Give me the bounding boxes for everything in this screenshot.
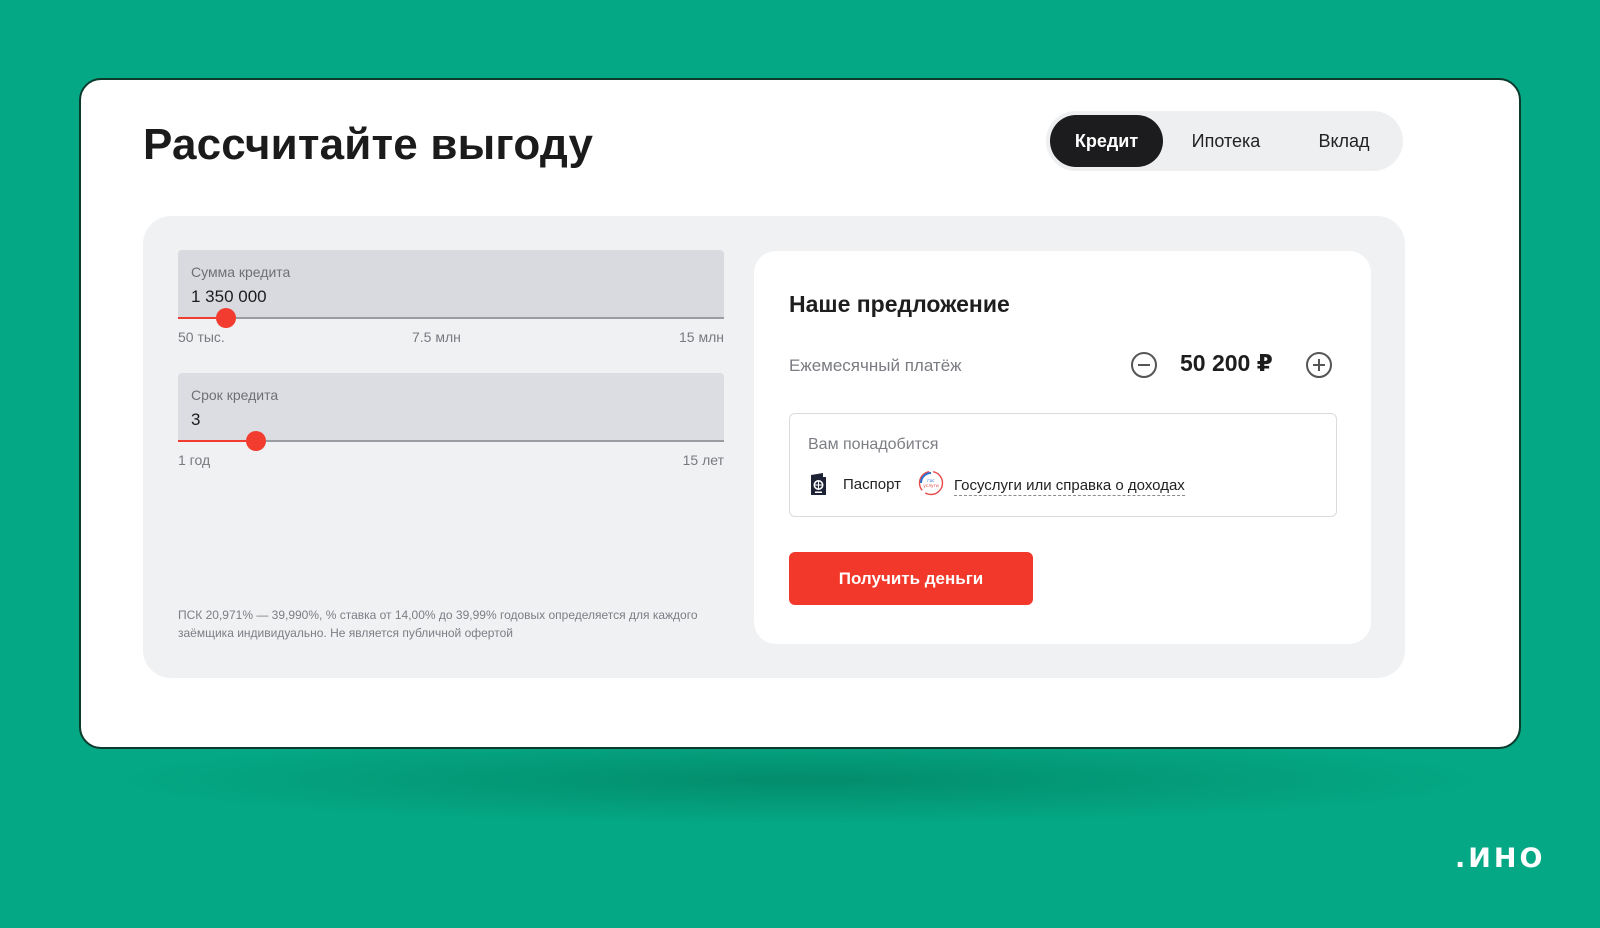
loan-amount-ticks: 50 тыс. 7.5 млн 15 млн [178,329,724,349]
required-documents-box: Вам понадобится Паспорт гос услуги Госус… [789,413,1337,517]
loan-amount-slider-thumb[interactable] [216,308,237,328]
monthly-payment-label: Ежемесячный платёж [789,356,962,375]
loan-term-field[interactable]: Срок кредита 3 [178,373,724,451]
offer-title: Наше предложение [789,291,1010,317]
tick-max: 15 млн [679,329,724,345]
plus-circle-icon[interactable] [1306,352,1332,378]
disclaimer-text: ПСК 20,971% — 39,990%, % ставка от 14,00… [178,608,698,640]
minus-circle-icon[interactable] [1131,352,1157,378]
tab-mortgage[interactable]: Ипотека [1165,115,1287,167]
tab-credit[interactable]: Кредит [1050,115,1163,167]
gosuslugi-doc-link[interactable]: Госуслуги или справка о доходах [954,477,1185,496]
loan-term-ticks: 1 год 15 лет [178,452,724,472]
brand-logo: .ИНО [1455,843,1546,874]
tick-min: 50 тыс. [178,329,225,345]
loan-term-value[interactable]: 3 [191,410,200,430]
product-tabs: Кредит Ипотека Вклад [1046,111,1403,171]
tick-min: 1 год [178,452,211,468]
tick-mid: 7.5 млн [412,329,461,345]
loan-amount-label: Сумма кредита [191,264,291,280]
loan-amount-slider-track[interactable] [178,308,724,328]
passport-doc-label: Паспорт [843,476,901,493]
monthly-payment-value: 50 200 ₽ [1180,350,1273,376]
gosuslugi-icon-text-2: услуги [923,484,939,489]
offer-card: Наше предложение Ежемесячный платёж 50 2… [754,251,1371,644]
loan-term-slider-fill [178,440,257,442]
calculator-card: Рассчитайте выгоду Кредит Ипотека Вклад … [79,78,1521,749]
loan-term-slider-thumb[interactable] [246,431,267,451]
loan-term-label: Срок кредита [191,387,279,403]
page-title: Рассчитайте выгоду [143,120,594,169]
required-documents-label: Вам понадобится [808,436,939,453]
passport-icon [811,473,826,495]
gosuslugi-icon: гос услуги [918,470,944,496]
get-money-button[interactable]: Получить деньги [789,552,1033,605]
tab-deposit[interactable]: Вклад [1289,115,1399,167]
loan-amount-value[interactable]: 1 350 000 [191,287,267,307]
calculator-panel: Сумма кредита 1 350 000 50 тыс. 7.5 млн … [143,216,1405,678]
loan-amount-field[interactable]: Сумма кредита 1 350 000 [178,250,724,328]
tick-max: 15 лет [682,452,724,468]
loan-term-slider-track[interactable] [178,431,724,451]
